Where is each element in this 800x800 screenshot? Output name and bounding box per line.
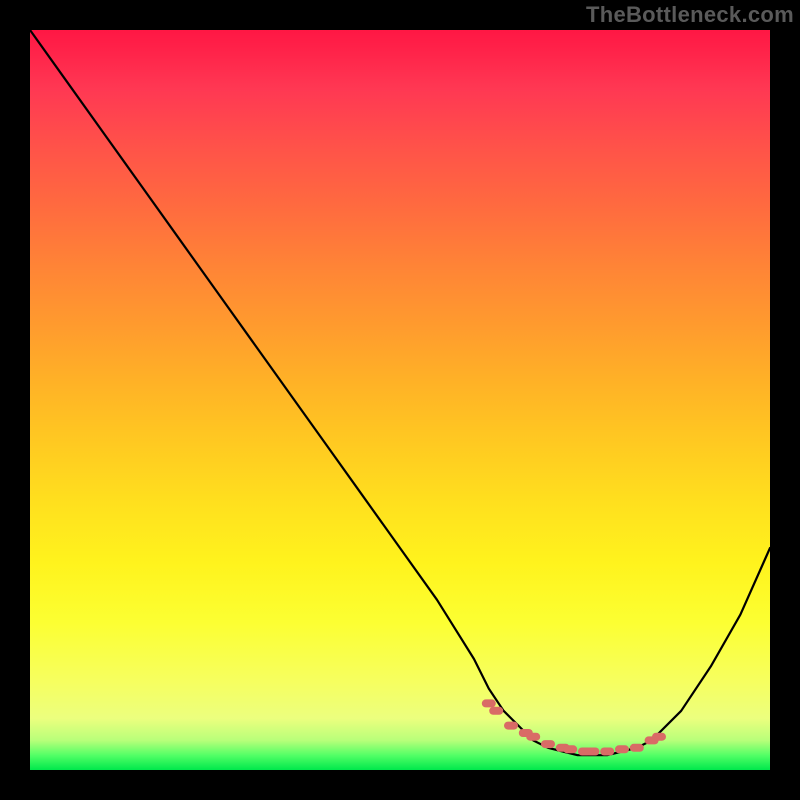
chart-svg <box>30 30 770 770</box>
marker-dot <box>615 745 629 753</box>
marker-dot <box>541 740 555 748</box>
marker-dot <box>630 744 644 752</box>
marker-dot <box>563 745 577 753</box>
marker-dot <box>585 748 599 756</box>
marker-dot <box>600 748 614 756</box>
bottleneck-curve <box>30 30 770 755</box>
watermark-text: TheBottleneck.com <box>586 2 794 28</box>
marker-dot <box>489 707 503 715</box>
marker-dot <box>482 699 496 707</box>
marker-dot <box>526 733 540 741</box>
plot-area <box>30 30 770 770</box>
marker-dot <box>652 733 666 741</box>
marker-dot <box>504 722 518 730</box>
chart-frame: TheBottleneck.com <box>0 0 800 800</box>
optimal-range-markers <box>482 699 666 755</box>
